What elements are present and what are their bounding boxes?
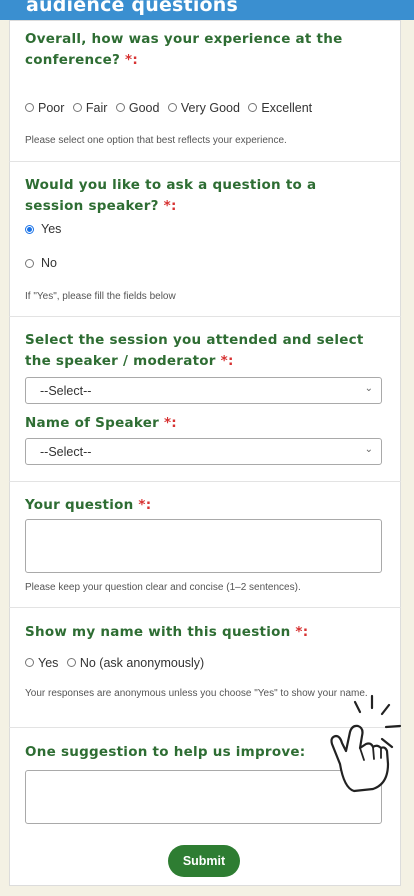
option-good-label: Good bbox=[128, 100, 160, 115]
divider bbox=[9, 607, 401, 608]
question-speaker-name: Name of Speaker *: bbox=[25, 413, 365, 434]
question-suggestion: One suggestion to help us improve: bbox=[25, 742, 365, 763]
tap-ray bbox=[384, 724, 402, 729]
show-name-help: Your responses are anonymous unless you … bbox=[25, 688, 368, 699]
hand-shape bbox=[330, 724, 390, 793]
tap-ray bbox=[380, 737, 394, 749]
radio-excellent[interactable] bbox=[248, 103, 258, 112]
option-show-no[interactable]: No (ask anonymously) bbox=[66, 655, 205, 670]
option-fair-label: Fair bbox=[85, 100, 108, 115]
session-select-value: --Select-- bbox=[40, 384, 92, 398]
question-help: Please keep your question clear and conc… bbox=[25, 582, 301, 593]
experience-help: Please select one option that best refle… bbox=[25, 135, 287, 146]
option-ask-yes-label: Yes bbox=[41, 222, 62, 236]
question-textarea[interactable] bbox=[25, 519, 382, 573]
option-show-no-label: No (ask anonymously) bbox=[79, 655, 205, 670]
option-fair[interactable]: Fair bbox=[72, 100, 108, 115]
show-name-options: Yes No (ask anonymously) bbox=[25, 654, 204, 672]
option-good[interactable]: Good bbox=[115, 100, 160, 115]
question-speaker-name-label: Name of Speaker bbox=[25, 415, 160, 431]
option-very-good-label: Very Good bbox=[180, 100, 240, 115]
option-ask-yes[interactable]: Yes bbox=[25, 222, 61, 236]
radio-fair[interactable] bbox=[72, 103, 82, 112]
radio-good[interactable] bbox=[115, 103, 125, 112]
option-excellent-label: Excellent bbox=[261, 100, 313, 115]
divider bbox=[9, 161, 401, 162]
option-ask-no-label: No bbox=[41, 256, 57, 270]
speaker-select[interactable]: --Select-- ⌄ bbox=[25, 438, 382, 465]
header-bar: audience questions bbox=[0, 0, 414, 20]
radio-poor[interactable] bbox=[25, 103, 34, 112]
required-mark: *: bbox=[295, 624, 309, 640]
tap-ray bbox=[380, 703, 391, 716]
radio-very-good[interactable] bbox=[167, 103, 177, 112]
question-session: Select the session you attended and sele… bbox=[25, 330, 365, 372]
header-title: audience questions bbox=[26, 0, 239, 16]
experience-options: Poor Fair Good Very Good Excellent bbox=[25, 99, 312, 117]
radio-show-yes[interactable] bbox=[25, 658, 34, 667]
option-show-yes[interactable]: Yes bbox=[25, 656, 58, 670]
question-your-question: Your question *: bbox=[25, 495, 365, 516]
radio-ask-no[interactable] bbox=[25, 258, 34, 268]
option-show-yes-label: Yes bbox=[38, 655, 59, 670]
question-experience-label: Overall, how was your experience at the … bbox=[25, 31, 343, 68]
option-poor-label: Poor bbox=[38, 100, 65, 115]
option-very-good[interactable]: Very Good bbox=[167, 100, 240, 115]
required-mark: *: bbox=[163, 198, 177, 214]
tap-ray bbox=[353, 700, 362, 714]
tap-hand-icon bbox=[330, 694, 402, 793]
required-mark: *: bbox=[163, 415, 177, 431]
question-experience: Overall, how was your experience at the … bbox=[25, 29, 365, 71]
question-show-name: Show my name with this question *: bbox=[25, 622, 365, 643]
chevron-down-icon: ⌄ bbox=[364, 383, 373, 394]
question-suggestion-label: One suggestion to help us improve: bbox=[25, 744, 306, 760]
ask-speaker-help: If "Yes", please fill the fields below bbox=[25, 291, 176, 302]
required-mark: *: bbox=[220, 353, 234, 369]
question-session-label: Select the session you attended and sele… bbox=[25, 332, 364, 369]
session-select[interactable]: --Select-- ⌄ bbox=[25, 377, 382, 404]
divider bbox=[9, 481, 401, 482]
question-show-name-label: Show my name with this question bbox=[25, 624, 291, 640]
question-your-question-label: Your question bbox=[25, 497, 134, 513]
submit-button[interactable]: Submit bbox=[168, 845, 240, 877]
required-mark: *: bbox=[138, 497, 152, 513]
chevron-down-icon: ⌄ bbox=[364, 444, 373, 455]
option-excellent[interactable]: Excellent bbox=[248, 101, 312, 115]
divider bbox=[9, 316, 401, 317]
speaker-select-value: --Select-- bbox=[40, 445, 92, 459]
radio-show-no[interactable] bbox=[66, 658, 76, 667]
option-ask-no[interactable]: No bbox=[25, 256, 57, 270]
radio-ask-yes[interactable] bbox=[25, 224, 34, 234]
option-poor[interactable]: Poor bbox=[25, 101, 64, 115]
required-mark: *: bbox=[125, 52, 139, 68]
question-ask-speaker: Would you like to ask a question to a se… bbox=[25, 175, 365, 217]
